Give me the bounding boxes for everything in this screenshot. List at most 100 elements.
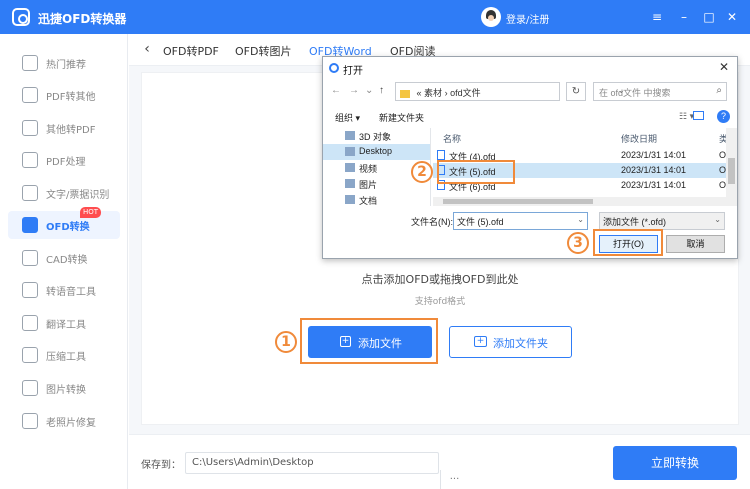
desktop-icon bbox=[345, 147, 355, 156]
tree-item-label: 3D 对象 bbox=[359, 132, 392, 142]
convert-to-pdf-icon bbox=[22, 120, 38, 136]
filename-input[interactable]: 文件 (5).ofd ⌄ bbox=[453, 212, 588, 230]
filetype-value: 添加文件 (*.ofd) bbox=[603, 217, 667, 227]
tree-item-desktop[interactable]: Desktop bbox=[323, 144, 430, 160]
highlight-box-open bbox=[593, 229, 663, 256]
column-name[interactable]: 名称 bbox=[443, 132, 461, 145]
column-modified[interactable]: 修改日期 bbox=[621, 132, 657, 145]
sidebar-item-label: PDF转其他 bbox=[46, 92, 96, 103]
sidebar-item-label: OFD转换 bbox=[46, 222, 90, 233]
sidebar-item-audio[interactable]: 转语音工具 bbox=[8, 276, 120, 304]
pdf-process-icon bbox=[22, 152, 38, 168]
tree-item-documents[interactable]: 文档 bbox=[323, 192, 430, 206]
drop-format-hint: 支持ofd格式 bbox=[414, 297, 466, 307]
photo-restore-icon bbox=[22, 413, 38, 429]
view-options-icon[interactable]: ☷ ▾ bbox=[679, 111, 694, 122]
help-icon[interactable]: ? bbox=[717, 110, 730, 123]
sidebar-item-pdf-to-other[interactable]: PDF转其他 bbox=[8, 81, 120, 109]
file-date: 2023/1/31 14:01 bbox=[621, 165, 687, 175]
address-overflow[interactable]: « bbox=[417, 88, 422, 98]
file-type: O bbox=[719, 150, 726, 160]
sidebar-item-label: PDF处理 bbox=[46, 157, 86, 168]
sidebar-item-label: 翻译工具 bbox=[46, 320, 86, 331]
sidebar-item-ofd[interactable]: OFD转换 HOT bbox=[8, 207, 120, 239]
dialog-toolbar: 组织 ▾ 新建文件夹 ☷ ▾ ? bbox=[323, 106, 737, 128]
address-segment[interactable]: ofd文件 bbox=[450, 88, 481, 98]
add-folder-button[interactable]: + 添加文件夹 bbox=[449, 326, 572, 358]
chevron-down-icon[interactable]: ⌄ bbox=[577, 215, 584, 224]
3d-objects-icon bbox=[345, 131, 355, 140]
file-type: O bbox=[719, 180, 726, 190]
tree-item-3d-objects[interactable]: 3D 对象 bbox=[323, 128, 430, 144]
tree-item-label: Desktop bbox=[359, 146, 393, 156]
dialog-nav-bar: ← → ⌄ ↑ « 素材 › ofd文件 ⌄ ↻ 在 ofd文件 中搜索 ⌕ bbox=[323, 79, 737, 105]
scroll-thumb[interactable] bbox=[728, 158, 735, 184]
hot-badge: HOT bbox=[80, 207, 102, 218]
sidebar-item-other-to-pdf[interactable]: 其他转PDF bbox=[8, 114, 120, 142]
app-title: 迅捷OFD转换器 bbox=[38, 12, 127, 26]
sidebar-item-translate[interactable]: 翻译工具 bbox=[8, 309, 120, 337]
vertical-scrollbar[interactable] bbox=[726, 128, 737, 206]
maximize-icon[interactable]: □ bbox=[700, 8, 718, 26]
horizontal-scrollbar[interactable] bbox=[433, 197, 726, 206]
scroll-thumb[interactable] bbox=[443, 199, 593, 204]
cancel-button[interactable]: 取消 bbox=[666, 235, 725, 253]
video-icon bbox=[345, 163, 355, 172]
convert-now-button[interactable]: 立即转换 bbox=[613, 446, 737, 480]
cad-icon bbox=[22, 250, 38, 266]
dialog-app-icon bbox=[329, 63, 339, 73]
sidebar-item-label: 文字/票据识别 bbox=[46, 190, 110, 201]
minimize-icon[interactable]: – bbox=[675, 8, 693, 26]
tab-ofd-to-image[interactable]: OFD转图片 bbox=[235, 43, 291, 59]
nav-history-icon[interactable]: ⌄ bbox=[365, 85, 373, 96]
sidebar-item-hot[interactable]: 热门推荐 bbox=[8, 49, 120, 77]
nav-forward-icon[interactable]: → bbox=[349, 85, 359, 96]
nav-back-icon[interactable]: ← bbox=[331, 85, 341, 96]
new-folder-button[interactable]: 新建文件夹 bbox=[379, 111, 424, 124]
back-icon[interactable]: ‹ bbox=[139, 41, 155, 57]
sidebar-item-cad[interactable]: CAD转换 bbox=[8, 244, 120, 272]
search-placeholder: 在 ofd文件 中搜索 bbox=[599, 88, 671, 98]
browse-button[interactable]: ··· bbox=[440, 470, 468, 489]
image-icon bbox=[22, 380, 38, 396]
sidebar-item-photo-restore[interactable]: 老照片修复 bbox=[8, 407, 120, 435]
refresh-icon[interactable]: ↻ bbox=[566, 82, 586, 101]
dialog-title: 打开 bbox=[343, 66, 363, 77]
user-avatar-icon[interactable] bbox=[481, 7, 501, 27]
menu-icon[interactable]: ≡ bbox=[648, 8, 666, 26]
file-type: O bbox=[719, 165, 726, 175]
folder-icon bbox=[400, 89, 410, 98]
organize-menu[interactable]: 组织 ▾ bbox=[335, 111, 360, 124]
save-path-input[interactable]: C:\Users\Admin\Desktop ··· bbox=[185, 452, 459, 489]
sidebar-item-label: 转语音工具 bbox=[46, 287, 96, 298]
address-bar[interactable]: « 素材 › ofd文件 ⌄ bbox=[395, 82, 625, 101]
fire-icon bbox=[22, 55, 38, 71]
file-list-header: 名称 修改日期 类 bbox=[433, 128, 726, 146]
sidebar-item-compress[interactable]: 压缩工具 bbox=[8, 341, 120, 369]
address-segment[interactable]: 素材 bbox=[424, 88, 442, 98]
compress-icon bbox=[22, 347, 38, 363]
file-date: 2023/1/31 14:01 bbox=[621, 150, 687, 160]
sidebar-item-ocr[interactable]: 文字/票据识别 bbox=[8, 179, 120, 207]
sidebar-item-pdf-process[interactable]: PDF处理 bbox=[8, 146, 120, 174]
ofd-icon bbox=[22, 217, 38, 233]
dialog-title-bar: 打开 ✕ bbox=[323, 57, 737, 79]
ofd-file-icon bbox=[437, 150, 445, 160]
highlight-box-file bbox=[437, 160, 515, 184]
filename-label: 文件名(N): bbox=[411, 217, 453, 227]
login-link[interactable]: 登录/注册 bbox=[506, 11, 549, 26]
dialog-close-icon[interactable]: ✕ bbox=[719, 60, 729, 74]
nav-up-icon[interactable]: ↑ bbox=[379, 85, 384, 96]
search-input[interactable]: 在 ofd文件 中搜索 ⌕ bbox=[593, 82, 727, 101]
close-icon[interactable]: ✕ bbox=[723, 8, 741, 26]
sidebar-item-image[interactable]: 图片转换 bbox=[8, 374, 120, 402]
filetype-select[interactable]: 添加文件 (*.ofd) ⌄ bbox=[599, 212, 725, 230]
tab-ofd-to-pdf[interactable]: OFD转PDF bbox=[163, 43, 219, 59]
column-type[interactable]: 类 bbox=[719, 132, 726, 145]
preview-pane-icon[interactable] bbox=[693, 111, 704, 120]
sidebar-item-label: 压缩工具 bbox=[46, 352, 86, 363]
search-icon: ⌕ bbox=[716, 85, 722, 96]
title-bar: 迅捷OFD转换器 登录/注册 ≡ – □ ✕ bbox=[0, 0, 750, 34]
save-to-label: 保存到： bbox=[141, 460, 181, 471]
sidebar-item-label: 其他转PDF bbox=[46, 125, 96, 136]
